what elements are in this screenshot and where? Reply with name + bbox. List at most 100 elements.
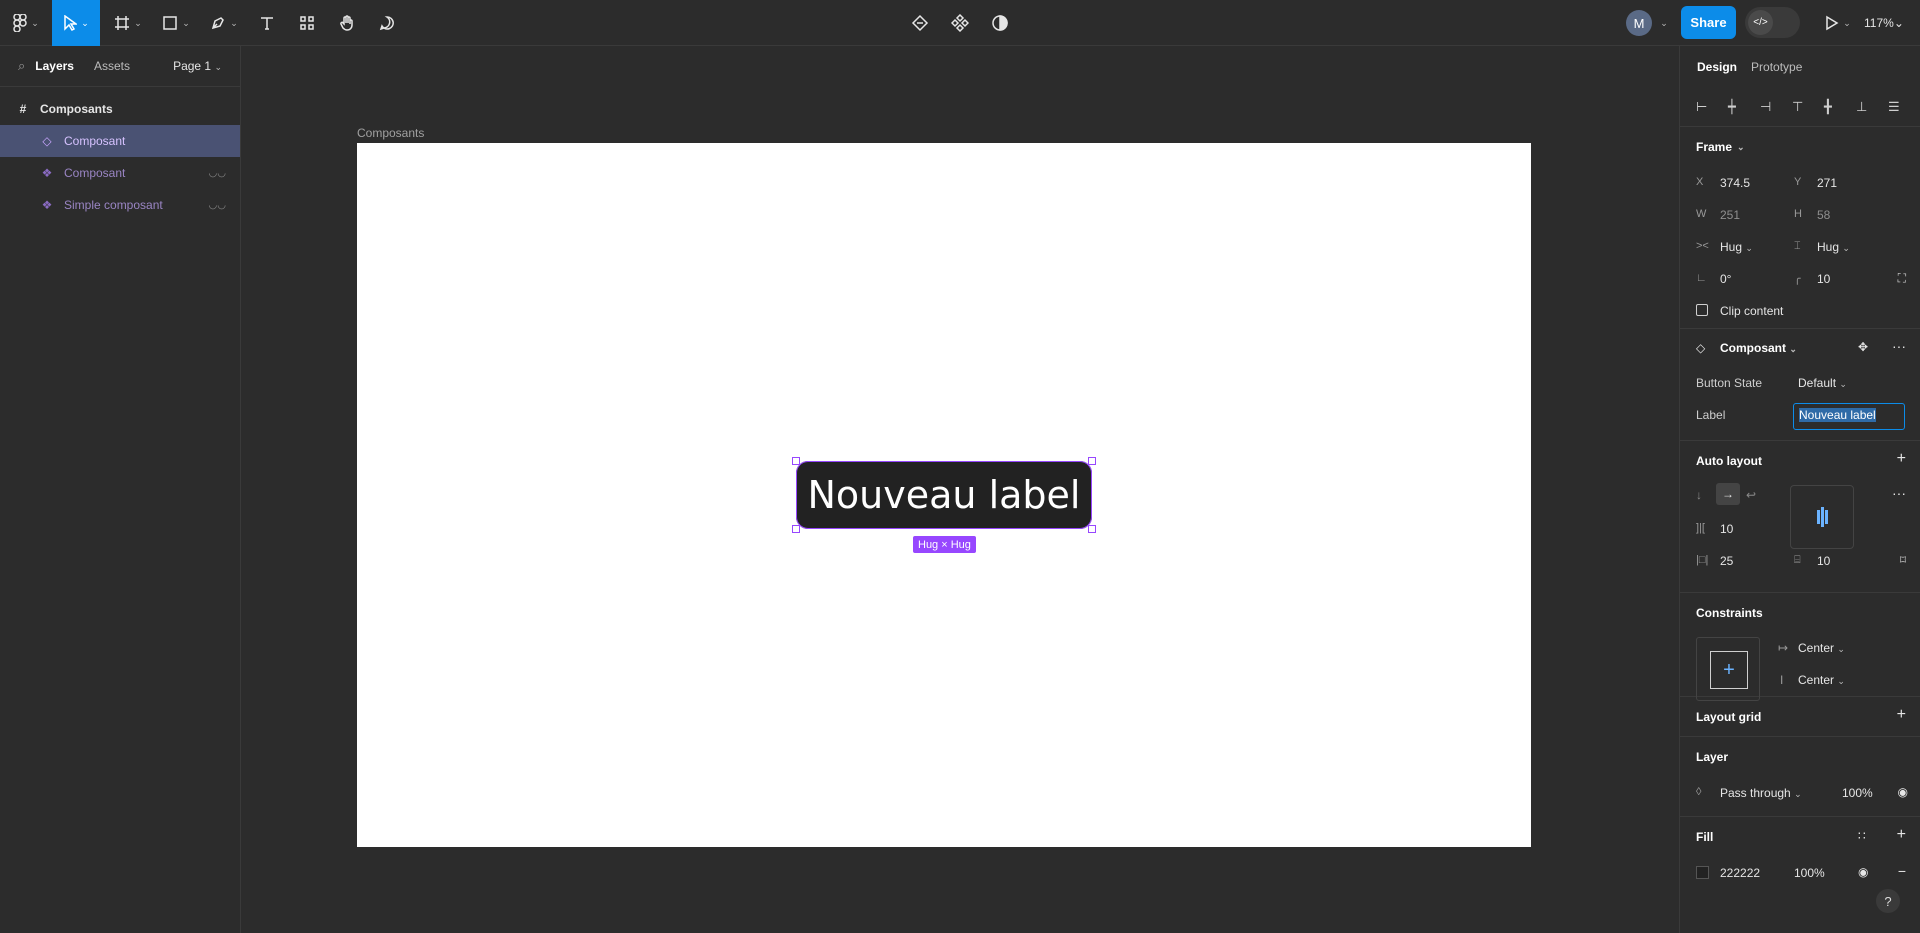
vertical-direction-icon[interactable]: ↓	[1696, 488, 1702, 502]
clip-content-checkbox[interactable]	[1696, 304, 1708, 316]
horizontal-constraint-select[interactable]: Center ⌄	[1798, 641, 1845, 655]
layer-opacity-input[interactable]: 100%	[1842, 786, 1873, 800]
component-name-select[interactable]: Composant ⌄	[1720, 341, 1797, 355]
resize-handle-bottom-left[interactable]	[792, 525, 800, 533]
position-row: X 374.5 Y 271	[1680, 167, 1920, 199]
shape-tool-button[interactable]: ⌄	[158, 0, 194, 46]
comment-tool-button[interactable]	[372, 0, 402, 46]
align-right-icon[interactable]: ⊣	[1760, 99, 1792, 115]
independent-padding-icon[interactable]: ⌑	[1900, 553, 1906, 567]
x-input[interactable]: 374.5	[1720, 176, 1750, 190]
share-button[interactable]: Share	[1681, 6, 1736, 39]
horizontal-constraint-value: Center	[1798, 641, 1835, 655]
move-tool-button[interactable]: ⌄	[52, 0, 100, 46]
align-top-icon[interactable]: ⊤	[1792, 99, 1824, 115]
component-props-icon[interactable]: ✥	[1858, 340, 1868, 354]
independent-corners-icon[interactable]: ⛶	[1898, 271, 1906, 286]
cursor-icon	[64, 15, 78, 31]
rotation-input[interactable]: 0°	[1720, 272, 1731, 286]
label-input[interactable]: Nouveau label	[1793, 403, 1905, 430]
left-panel-tabs: ⌕ Layers Assets Page 1 ⌄	[0, 46, 240, 87]
dev-mode-toggle[interactable]: </>	[1745, 7, 1800, 38]
more-icon[interactable]: ···	[1892, 485, 1906, 501]
add-icon[interactable]: +	[1897, 451, 1906, 467]
chevron-down-icon: ⌄	[1737, 141, 1745, 152]
align-center-h-icon[interactable]: ┿	[1728, 99, 1760, 115]
pen-tool-button[interactable]: ⌄	[206, 0, 242, 46]
constraints-widget[interactable]: +	[1696, 637, 1760, 701]
eye-icon[interactable]: ◉	[1858, 865, 1868, 879]
text-tool-button[interactable]	[252, 0, 282, 46]
resize-handle-top-left[interactable]	[792, 457, 800, 465]
component-tool-button[interactable]	[946, 0, 974, 46]
horizontal-resize-select[interactable]: Hug ⌄	[1720, 240, 1753, 254]
more-icon[interactable]: ···	[1892, 338, 1906, 354]
fill-opacity-input[interactable]: 100%	[1794, 866, 1825, 880]
fill-swatch[interactable]	[1696, 866, 1709, 879]
present-button[interactable]: ⌄	[1820, 0, 1856, 46]
w-input[interactable]: 251	[1720, 208, 1740, 222]
layer-row-instance[interactable]: ❖ Simple composant ◡◡	[0, 189, 240, 221]
blend-icon: ◊	[1696, 786, 1702, 798]
constraints-section: Constraints + ↦ Center ⌄ I Center ⌄	[1680, 593, 1920, 701]
text-icon	[261, 17, 273, 30]
add-icon[interactable]: +	[1897, 827, 1906, 843]
resize-handle-top-right[interactable]	[1088, 457, 1096, 465]
chevron-down-icon: ⌄	[1789, 344, 1797, 354]
horizontal-padding-input[interactable]: 25	[1720, 554, 1733, 568]
h-input[interactable]: 58	[1817, 208, 1830, 222]
corner-radius-input[interactable]: 10	[1817, 272, 1830, 286]
y-input[interactable]: 271	[1817, 176, 1837, 190]
align-center-v-icon[interactable]: ╋	[1824, 99, 1856, 115]
remove-icon[interactable]: −	[1898, 863, 1906, 879]
blend-mode-select[interactable]: Pass through ⌄	[1720, 786, 1802, 800]
hand-tool-button[interactable]	[332, 0, 362, 46]
frame-tool-button[interactable]: ⌄	[110, 0, 146, 46]
help-button[interactable]: ?	[1876, 889, 1900, 913]
dev-handoff-button[interactable]	[906, 0, 934, 46]
vertical-resize-select[interactable]: Hug ⌄	[1817, 240, 1850, 254]
search-icon[interactable]: ⌕	[18, 58, 25, 74]
resources-button[interactable]	[292, 0, 322, 46]
component-button[interactable]: Nouveau label	[796, 461, 1092, 529]
gap-input[interactable]: 10	[1720, 522, 1733, 536]
button-state-select[interactable]: Default ⌄	[1798, 376, 1847, 390]
layer-row-component[interactable]: ◇ Composant	[0, 125, 240, 157]
style-grid-icon[interactable]: ∷	[1858, 829, 1866, 843]
distribute-icon[interactable]: ☰	[1888, 99, 1920, 115]
tab-assets[interactable]: Assets	[94, 59, 130, 73]
rotation-icon: ∟	[1696, 272, 1707, 284]
fill-hex-input[interactable]: 222222	[1720, 866, 1760, 880]
chevron-down-icon: ⌄	[1745, 243, 1753, 253]
constraint-center-icon[interactable]: +	[1710, 651, 1748, 689]
zoom-menu[interactable]: 117% ⌄	[1864, 0, 1904, 46]
section-title: Fill	[1696, 830, 1714, 844]
resize-handle-bottom-right[interactable]	[1088, 525, 1096, 533]
avatar-menu-chevron[interactable]: ⌄	[1655, 0, 1669, 46]
hidden-eye-icon[interactable]: ◡◡	[209, 200, 226, 211]
eye-icon[interactable]: ◉	[1898, 785, 1908, 799]
tab-prototype[interactable]: Prototype	[1751, 60, 1802, 74]
frame-label[interactable]: Composants	[357, 126, 424, 140]
horizontal-direction-icon[interactable]: →	[1716, 483, 1740, 505]
align-left-icon[interactable]: ⊢	[1696, 99, 1728, 115]
contrast-button[interactable]	[986, 0, 1014, 46]
layer-row-instance[interactable]: ❖ Composant ◡◡	[0, 157, 240, 189]
hidden-eye-icon[interactable]: ◡◡	[209, 168, 226, 179]
tab-design[interactable]: Design	[1697, 60, 1737, 74]
constraints-body: + ↦ Center ⌄ I Center ⌄	[1680, 633, 1920, 701]
section-title: Layer	[1696, 750, 1729, 764]
tab-layers[interactable]: Layers	[35, 59, 74, 73]
layer-row-frame[interactable]: # Composants	[0, 93, 240, 125]
layer-section: Layer ◊ Pass through ⌄ 100% ◉	[1680, 737, 1920, 817]
vertical-constraint-select[interactable]: Center ⌄	[1798, 673, 1845, 687]
page-selector[interactable]: Page 1 ⌄	[173, 59, 222, 73]
add-icon[interactable]: +	[1897, 707, 1906, 723]
property-label: Label	[1696, 408, 1726, 422]
align-bottom-icon[interactable]: ⊥	[1856, 99, 1888, 115]
wrap-direction-icon[interactable]: ↩	[1746, 488, 1756, 502]
main-menu-button[interactable]: ⌄	[8, 0, 44, 46]
frame-section-title[interactable]: Frame ⌄	[1680, 127, 1920, 167]
avatar[interactable]: M	[1626, 10, 1652, 36]
vertical-padding-input[interactable]: 10	[1817, 554, 1830, 568]
